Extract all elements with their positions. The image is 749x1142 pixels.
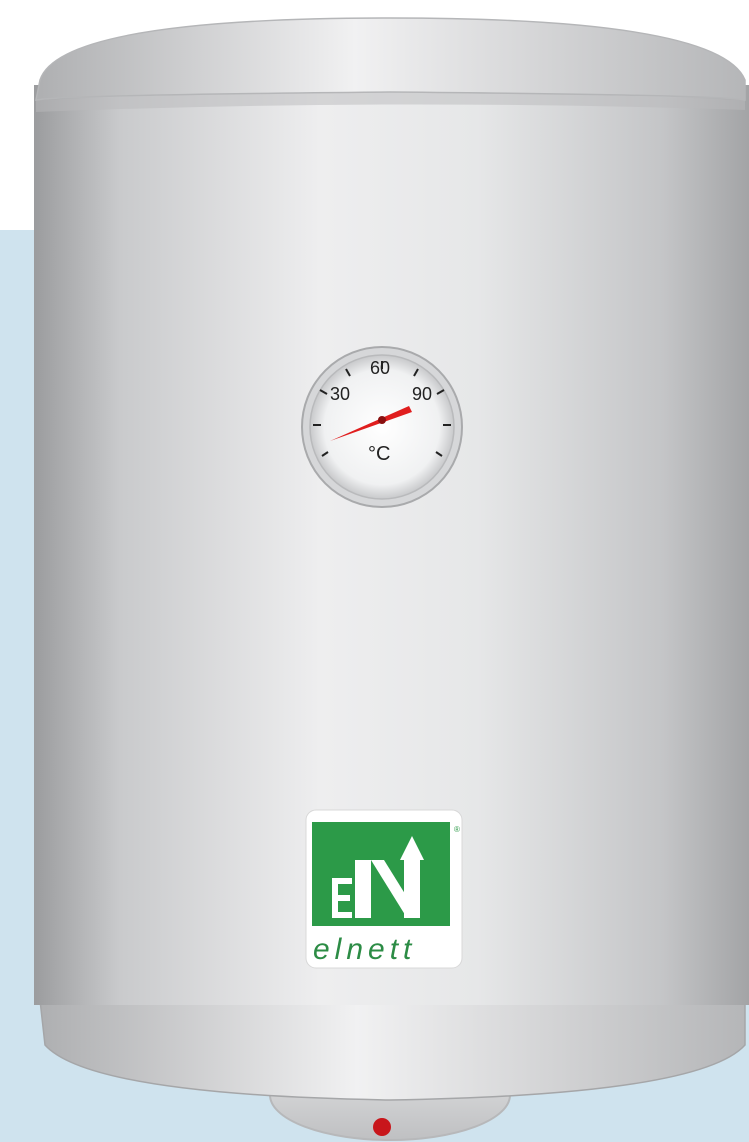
gauge-unit-label: °C [368,443,390,465]
brand-name: elnett [313,933,416,966]
registered-mark: ® [454,825,460,834]
water-heater: 30 60 90 °C ® elnett [34,17,749,1141]
top-cap [35,17,746,101]
elnett-logo: ® elnett [305,809,463,969]
gauge-label-30: 30 [330,384,350,404]
lower-ring [39,999,746,1101]
indicator-light [373,1118,391,1136]
thermometer-gauge: 30 60 90 °C [301,346,463,508]
needle-pivot [378,416,386,424]
gauge-label-90: 90 [412,384,432,404]
gauge-label-60: 60 [370,358,390,378]
